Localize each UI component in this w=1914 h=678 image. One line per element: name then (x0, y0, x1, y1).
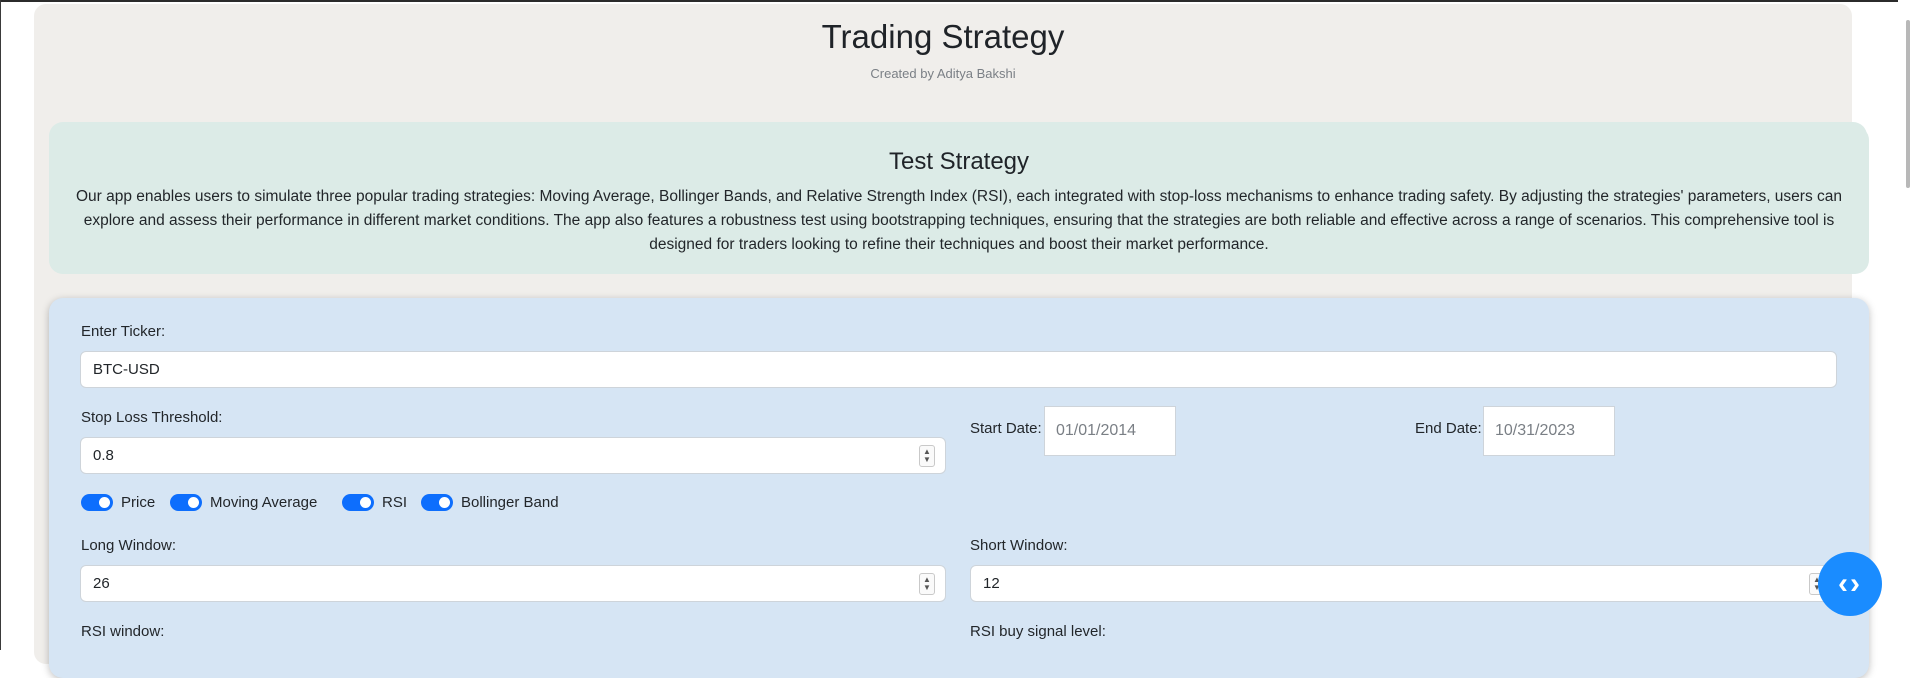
rsi-switch-label: RSI (382, 494, 408, 511)
stop-loss-spinner[interactable]: ▲ ▼ (919, 444, 935, 467)
rsi-switch[interactable] (342, 494, 374, 511)
toggle-moving-average[interactable]: Moving Average (170, 494, 317, 511)
page-subtitle: Created by Aditya Bakshi (870, 66, 1016, 81)
moving-average-switch[interactable] (170, 494, 202, 511)
bollinger-band-switch[interactable] (421, 494, 453, 511)
ticker-label: Enter Ticker: (81, 323, 166, 340)
long-window-label: Long Window: (81, 537, 177, 554)
stop-loss-label: Stop Loss Threshold: (81, 409, 223, 426)
end-date-input[interactable]: 10/31/2023 (1483, 406, 1615, 456)
moving-average-switch-label: Moving Average (210, 494, 318, 511)
scrollbar-thumb[interactable] (1906, 20, 1910, 188)
description-title: Test Strategy (888, 148, 1030, 175)
long-window-input[interactable]: 26 ▲ ▼ (80, 565, 946, 602)
window-top-border (0, 0, 1914, 2)
short-window-input[interactable]: 12 ▲ ▼ (970, 565, 1836, 602)
long-window-spinner[interactable]: ▲ ▼ (919, 572, 935, 595)
stop-loss-input[interactable]: 0.8 ▲ ▼ (80, 437, 946, 474)
description-panel: Test Strategy Our app enables users to s… (49, 126, 1869, 274)
end-date-label: End Date: (1415, 420, 1482, 437)
end-date-value: 10/31/2023 (1495, 422, 1576, 439)
short-window-label: Short Window: (970, 537, 1068, 554)
rsi-window-label: RSI window: (81, 623, 165, 640)
ticker-value: BTC-USD (93, 361, 160, 378)
start-date-label: Start Date: (970, 420, 1042, 437)
page-title: Trading Strategy (821, 18, 1065, 55)
window-left-border (0, 0, 1, 650)
start-date-value: 01/01/2014 (1056, 422, 1137, 439)
toggle-bollinger-band[interactable]: Bollinger Band (421, 494, 559, 511)
stop-loss-value: 0.8 (93, 447, 114, 464)
strategy-form: Enter Ticker: BTC-USD Stop Loss Threshol… (49, 298, 1869, 678)
start-date-input[interactable]: 01/01/2014 (1044, 406, 1176, 456)
short-window-value: 12 (983, 575, 1000, 592)
long-window-value: 26 (93, 575, 110, 592)
description-text: Our app enables users to simulate three … (75, 188, 1843, 253)
price-switch-label: Price (121, 494, 156, 511)
toggle-rsi[interactable]: RSI (342, 494, 407, 511)
bollinger-band-switch-label: Bollinger Band (461, 494, 559, 511)
price-switch[interactable] (81, 494, 113, 511)
rsi-buy-level-label: RSI buy signal level: (970, 623, 1106, 640)
code-brackets-icon: ‹› (1838, 567, 1862, 600)
code-toggle-button[interactable]: ‹› (1818, 552, 1882, 616)
toggle-price[interactable]: Price (81, 494, 155, 511)
ticker-input[interactable]: BTC-USD (80, 351, 1837, 388)
